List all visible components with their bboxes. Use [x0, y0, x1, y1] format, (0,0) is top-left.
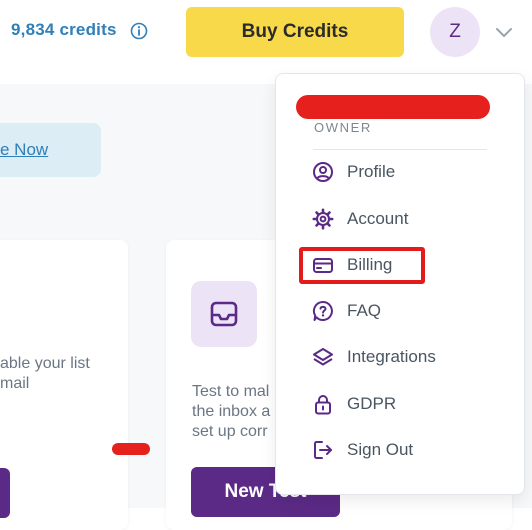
card-left-button[interactable]	[0, 468, 10, 518]
question-bubble-icon	[311, 299, 335, 323]
menu-item-label: Account	[347, 209, 409, 228]
menu-item-account[interactable]: Account	[311, 203, 491, 235]
layers-icon	[311, 345, 335, 369]
menu-item-integrations[interactable]: Integrations	[311, 341, 491, 373]
redacted-user-name	[296, 95, 490, 119]
menu-item-profile[interactable]: Profile	[311, 156, 491, 188]
lock-icon	[311, 392, 335, 416]
account-dropdown-menu	[275, 73, 525, 495]
role-label: OWNER	[314, 120, 372, 135]
inbox-icon	[210, 301, 238, 327]
inbox-icon-tile	[191, 281, 257, 347]
gear-icon	[311, 207, 335, 231]
menu-item-label: Profile	[347, 162, 396, 181]
menu-item-label: Integrations	[347, 347, 436, 366]
top-bar: 9,834 credits Buy Credits Z	[0, 0, 532, 66]
menu-item-faq[interactable]: FAQ	[311, 295, 491, 327]
credits-balance: 9,834 credits	[11, 20, 117, 39]
chevron-down-icon[interactable]	[494, 22, 514, 42]
menu-item-label: GDPR	[347, 394, 397, 413]
card-left-description: able your list mail	[0, 355, 90, 392]
menu-item-gdpr[interactable]: GDPR	[311, 388, 491, 420]
menu-divider	[313, 149, 487, 150]
redaction-mark	[112, 443, 150, 455]
info-icon[interactable]	[130, 22, 148, 40]
buy-credits-button[interactable]: Buy Credits	[186, 7, 404, 57]
avatar[interactable]: Z	[430, 7, 480, 57]
menu-item-label: FAQ	[347, 301, 382, 320]
banner-link[interactable]: e Now	[0, 140, 48, 160]
user-circle-icon	[311, 160, 335, 184]
card-new-test-description: Test to mal the inbox a set up corr	[192, 383, 271, 440]
billing-highlight-box	[299, 247, 425, 284]
menu-item-label: Sign Out	[347, 440, 414, 459]
sign-out-icon	[311, 438, 335, 462]
menu-item-sign-out[interactable]: Sign Out	[311, 434, 491, 466]
